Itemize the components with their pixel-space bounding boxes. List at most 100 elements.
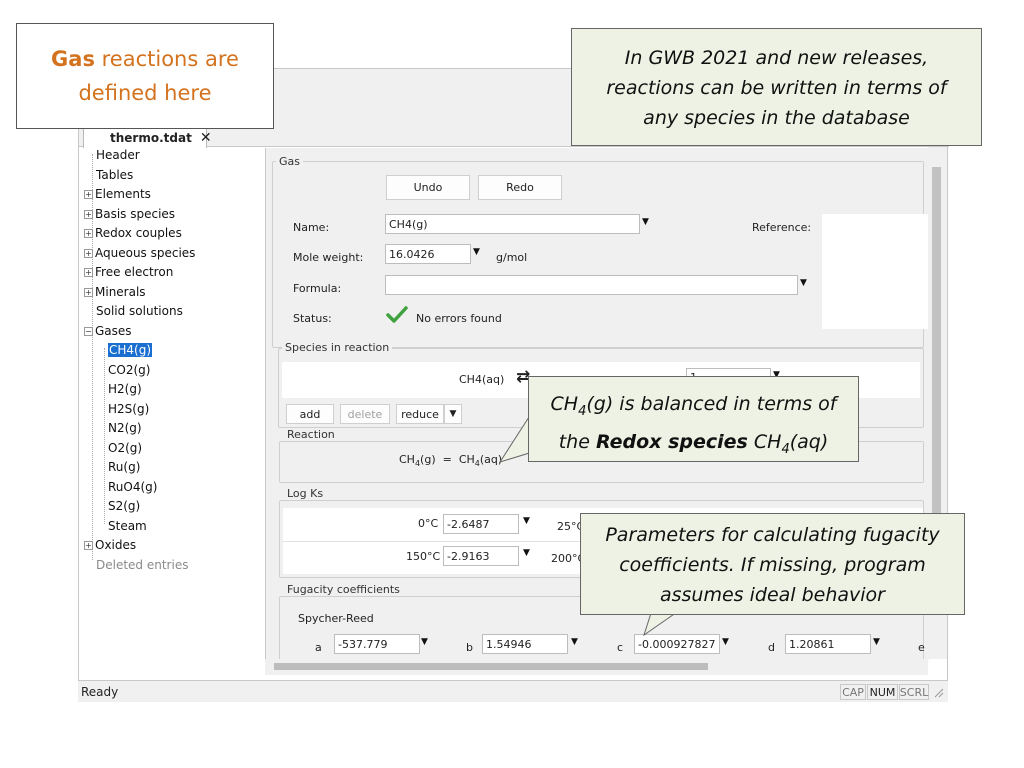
reduce-button[interactable]: reduce — [396, 404, 444, 424]
cap-indicator: CAP — [840, 684, 866, 700]
expand-icon[interactable]: + — [84, 268, 93, 277]
expand-icon[interactable]: + — [84, 190, 93, 199]
species-name[interactable]: CH4(aq) — [459, 373, 504, 386]
vertical-scroll-thumb[interactable] — [932, 167, 941, 527]
reduce-dropdown-icon[interactable]: ▼ — [444, 404, 462, 424]
resize-grip-icon[interactable] — [932, 686, 944, 698]
gas-group-label: Gas — [276, 155, 303, 168]
status-bar: Ready CAP NUM SCRL — [78, 680, 948, 702]
fugacity-d-field[interactable]: 1.20861 — [785, 634, 871, 654]
callout-gwb-2021: In GWB 2021 and new releases, reactions … — [571, 28, 982, 146]
callout-ch4-line2-sub: 4 — [781, 441, 790, 457]
formula-label: Formula: — [293, 282, 342, 295]
redo-button[interactable]: Redo — [478, 175, 562, 200]
logk-value-0[interactable]: -2.6487 — [443, 514, 519, 534]
check-icon — [386, 305, 408, 325]
expand-icon[interactable]: + — [84, 210, 93, 219]
callout-gas-bold: Gas — [51, 47, 95, 71]
tree-item-elements[interactable]: + Elements — [84, 187, 151, 201]
reference-label: Reference: — [752, 221, 812, 234]
fugacity-c-label: c — [617, 641, 624, 654]
add-button[interactable]: add — [286, 404, 334, 424]
database-tree: Header Tables + Elements + Basis species +… — [79, 148, 265, 683]
expand-icon[interactable]: + — [84, 249, 93, 258]
tree-item-o2-g[interactable]: O2(g) — [108, 441, 142, 455]
fugacity-b-field[interactable]: 1.54946 — [482, 634, 568, 654]
callout-gas-line2: defined here — [78, 81, 212, 105]
logk-0-dropdown-icon[interactable]: ▼ — [523, 516, 530, 526]
callout-gwb-line3: any species in the database — [643, 107, 910, 129]
callout-params-line1: Parameters for calculating fugacity — [605, 524, 940, 546]
tree-item-h2s-g[interactable]: H2S(g) — [108, 402, 149, 416]
tree-item-aqueous-species[interactable]: + Aqueous species — [84, 246, 195, 260]
fugacity-d-label: d — [768, 641, 775, 654]
expand-icon[interactable]: + — [84, 288, 93, 297]
horizontal-scroll-thumb[interactable] — [274, 663, 708, 670]
fugacity-b-label: b — [466, 641, 473, 654]
mole-weight-dropdown-icon[interactable]: ▼ — [473, 247, 480, 257]
num-indicator: NUM — [867, 684, 898, 700]
fugacity-a-dropdown-icon[interactable]: ▼ — [421, 637, 428, 647]
callout-gwb-line2: reactions can be written in terms of — [606, 77, 947, 99]
callout-gas-rest: reactions are — [94, 47, 239, 71]
tree-item-co2-g[interactable]: CO2(g) — [108, 363, 150, 377]
callout-gwb-line1: In GWB 2021 and new releases, — [624, 47, 929, 69]
tree-item-header[interactable]: Header — [96, 148, 140, 162]
logk-value-150[interactable]: -2.9163 — [443, 546, 519, 566]
tree-item-redox-couples[interactable]: + Redox couples — [84, 226, 182, 240]
formula-field[interactable] — [385, 275, 798, 295]
fugacity-a-label: a — [315, 641, 322, 654]
callout-gas-reactions: Gas reactions are defined here — [16, 23, 274, 129]
fugacity-b-dropdown-icon[interactable]: ▼ — [571, 637, 578, 647]
expand-icon[interactable]: + — [84, 541, 93, 550]
tree-item-ch4-g[interactable]: CH4(g) — [108, 343, 153, 357]
callout-params-line2: coefficients. If missing, program — [619, 554, 926, 576]
callout-ch4-line1: (g) is balanced in terms of — [586, 393, 837, 415]
logk-150-dropdown-icon[interactable]: ▼ — [523, 548, 530, 558]
reaction-left-phase: (g) — [420, 453, 436, 466]
reaction-group-label: Reaction — [284, 428, 338, 441]
fugacity-group-label: Fugacity coefficients — [284, 583, 403, 596]
name-field[interactable]: CH4(g) — [385, 214, 640, 234]
reaction-right: CH — [458, 453, 475, 466]
tree-item-basis-species[interactable]: + Basis species — [84, 207, 175, 221]
tree-item-solid-solutions[interactable]: Solid solutions — [96, 304, 183, 318]
close-icon[interactable]: ✕ — [200, 130, 212, 146]
tree-item-n2-g[interactable]: N2(g) — [108, 421, 142, 435]
tree-item-minerals[interactable]: + Minerals — [84, 285, 146, 299]
fugacity-model: Spycher-Reed — [298, 612, 374, 625]
tree-item-oxides[interactable]: + Oxides — [84, 538, 136, 552]
tree-item-gases[interactable]: − Gases — [84, 324, 132, 338]
callout-ch4-line2-phase: (aq) — [789, 430, 829, 453]
logk-group-label: Log Ks — [284, 487, 327, 500]
expand-icon[interactable]: + — [84, 229, 93, 238]
fugacity-c-dropdown-icon[interactable]: ▼ — [722, 637, 729, 647]
callout-ch4-line2-bold: Redox species — [595, 430, 748, 453]
name-label: Name: — [293, 221, 330, 234]
collapse-icon[interactable]: − — [84, 327, 93, 336]
fugacity-a-field[interactable]: -537.779 — [334, 634, 420, 654]
reference-field[interactable] — [822, 214, 930, 329]
undo-button[interactable]: Undo — [386, 175, 470, 200]
delete-button[interactable]: delete — [340, 404, 390, 424]
mole-weight-unit: g/mol — [496, 251, 528, 264]
tree-item-ruo4-g[interactable]: RuO4(g) — [108, 480, 157, 494]
tree-item-deleted-entries[interactable]: Deleted entries — [96, 558, 188, 572]
tree-item-s2-g[interactable]: S2(g) — [108, 499, 140, 513]
name-dropdown-icon[interactable]: ▼ — [642, 217, 649, 227]
status-label: Status: — [293, 312, 332, 325]
callout-ch4-pre: CH — [550, 393, 579, 415]
tree-item-free-electron[interactable]: + Free electron — [84, 265, 173, 279]
fugacity-d-dropdown-icon[interactable]: ▼ — [873, 637, 880, 647]
tree-item-h2-g[interactable]: H2(g) — [108, 382, 142, 396]
tree-item-tables[interactable]: Tables — [96, 168, 133, 182]
status-value: No errors found — [416, 312, 502, 325]
tab-thermo-tdat[interactable]: thermo.tdat ✕ — [83, 127, 212, 148]
tree-item-ru-g[interactable]: Ru(g) — [108, 460, 140, 474]
callout-ch4-line2-post: CH — [747, 430, 782, 453]
mole-weight-field[interactable]: 16.0426 — [385, 244, 471, 264]
callout-params-line3: assumes ideal behavior — [659, 584, 885, 606]
species-group-label: Species in reaction — [282, 341, 393, 354]
formula-dropdown-icon[interactable]: ▼ — [800, 278, 807, 288]
tree-item-steam[interactable]: Steam — [108, 519, 147, 533]
